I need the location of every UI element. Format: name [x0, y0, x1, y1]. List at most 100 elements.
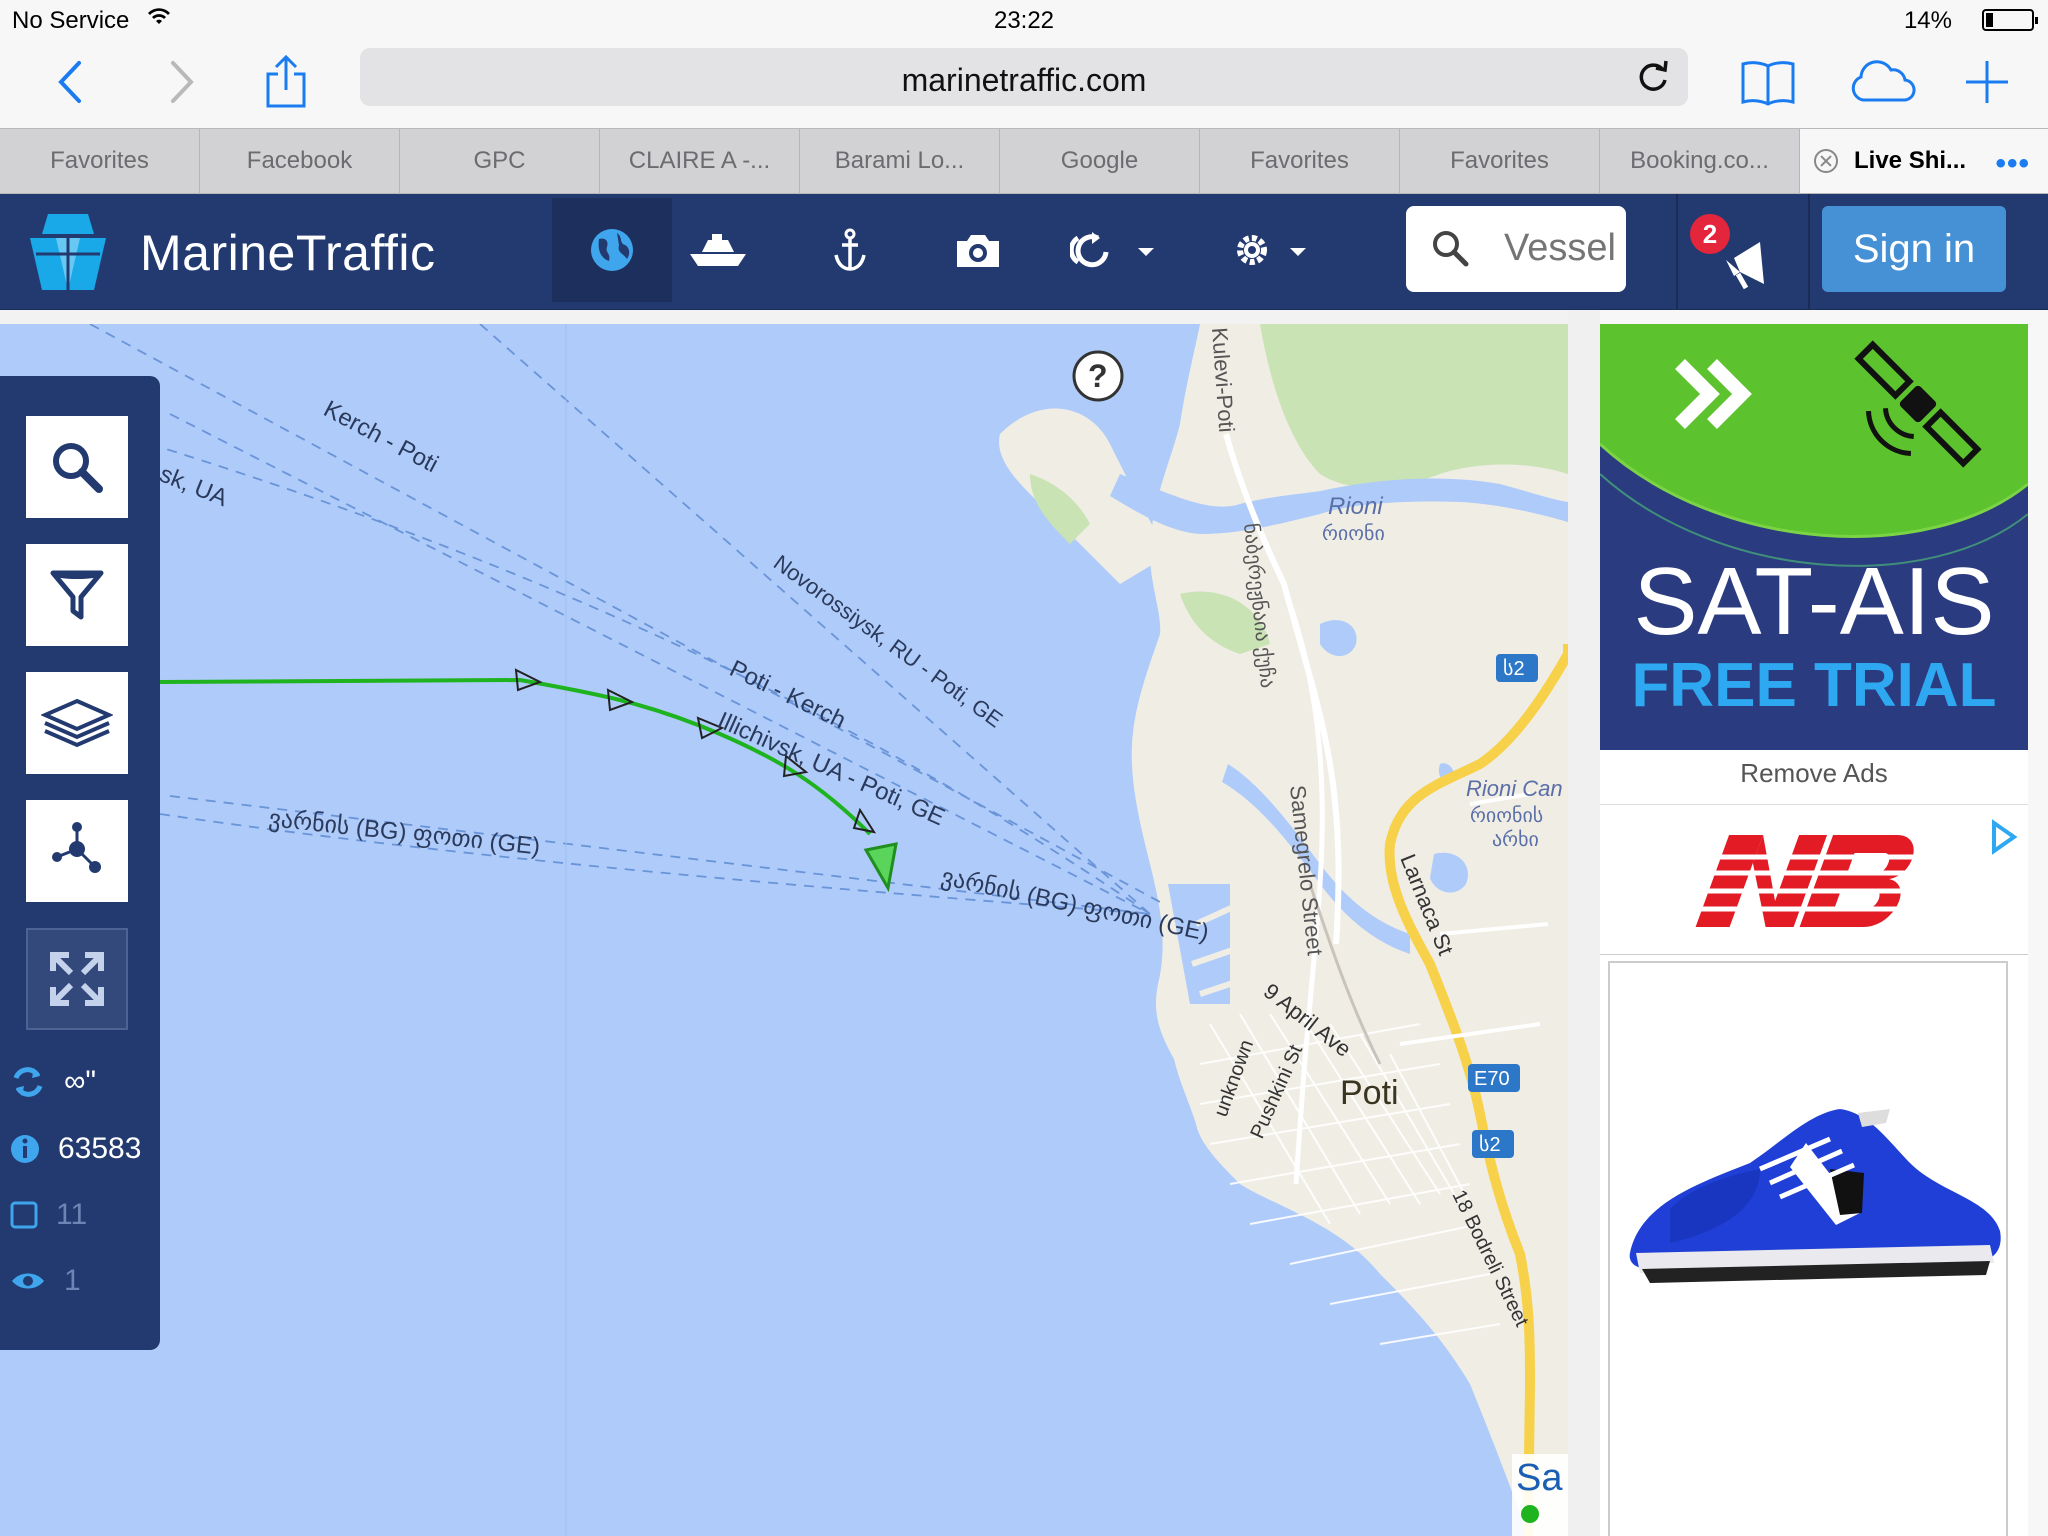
- anchor-icon: [834, 228, 866, 271]
- street-label: რიონი: [1322, 523, 1385, 545]
- street-label: Rioni: [1328, 493, 1383, 520]
- nav-divider: [1808, 194, 1810, 310]
- refresh-interval: ∞": [64, 1065, 97, 1098]
- book-icon: [1741, 61, 1795, 106]
- tab-facebook[interactable]: Facebook: [200, 129, 400, 193]
- globe-icon: [591, 229, 633, 271]
- address-bar[interactable]: marinetraffic.com: [360, 48, 1688, 106]
- share-icon: [266, 54, 306, 108]
- help-label: ?: [1088, 358, 1108, 394]
- nav-vessels[interactable]: [658, 198, 778, 302]
- selected-count-value: 11: [56, 1198, 88, 1231]
- forward-button[interactable]: [160, 50, 204, 114]
- refresh-status[interactable]: ∞": [10, 1064, 96, 1100]
- live-map[interactable]: Kerch - Poti sk, UA Novorossiysk, RU - P…: [0, 310, 1568, 1536]
- map-canvas[interactable]: Kerch - Poti sk, UA Novorossiysk, RU - P…: [0, 324, 1568, 1536]
- new-tab-button[interactable]: [1962, 50, 2012, 114]
- tab-booking[interactable]: Booking.co...: [1600, 129, 1800, 193]
- satellite-shield-icon: [1521, 1505, 1539, 1523]
- layers-button[interactable]: [26, 672, 128, 774]
- nav-settings-dropdown[interactable]: [1218, 198, 1338, 302]
- visible-count[interactable]: 1: [10, 1264, 81, 1298]
- refresh-icon: [13, 1067, 43, 1097]
- tab-claire[interactable]: CLAIRE A -...: [600, 129, 800, 193]
- remove-ads-link[interactable]: Remove Ads: [1600, 758, 2028, 789]
- selected-count[interactable]: 11: [10, 1198, 87, 1232]
- tab-favorites-3[interactable]: Favorites: [1400, 129, 1600, 193]
- layers-icon: [41, 698, 113, 748]
- icloud-tabs-button[interactable]: [1846, 50, 1918, 114]
- nav-activity-dropdown[interactable]: [1060, 198, 1180, 302]
- tab-google[interactable]: Google: [1000, 129, 1200, 193]
- filter-button[interactable]: [26, 544, 128, 646]
- eye-icon: [12, 1273, 44, 1289]
- road-shield-label: E70: [1474, 1068, 1510, 1090]
- adchoices-icon: [1992, 819, 2018, 855]
- nav-live-map[interactable]: [552, 198, 672, 302]
- fullscreen-button[interactable]: [26, 928, 128, 1030]
- city-label: Poti: [1340, 1074, 1399, 1112]
- chevron-left-icon: [58, 61, 81, 103]
- search-icon: [1430, 228, 1470, 273]
- notification-badge: 2: [1690, 214, 1730, 254]
- status-bar: No Service 23:22 14%: [0, 0, 2048, 40]
- reload-icon[interactable]: [1636, 58, 1670, 99]
- filter-icon: [50, 570, 104, 620]
- ad-column: SAT-AIS FREE TRIAL Remove Ads: [1600, 324, 2028, 1536]
- fullscreen-icon: [50, 952, 104, 1006]
- network-icon: [52, 822, 101, 873]
- tab-barami[interactable]: Barami Lo...: [800, 129, 1000, 193]
- clock: 23:22: [993, 7, 1055, 34]
- tab-gpc[interactable]: GPC: [400, 129, 600, 193]
- url-text: marinetraffic.com: [901, 62, 1147, 98]
- street-label: რიონის: [1470, 805, 1543, 827]
- chevron-right-icon: [171, 61, 194, 103]
- share-button[interactable]: [260, 50, 312, 114]
- cloud-icon: [1851, 60, 1916, 102]
- visible-count-value: 1: [64, 1264, 81, 1297]
- site-navbar: MarineTraffic 2 Sign: [0, 194, 2048, 310]
- marinetraffic-logo-icon[interactable]: [18, 204, 118, 305]
- tab-live-ships-label: Live Shi...: [1854, 147, 1967, 174]
- plus-icon: [1966, 61, 2008, 103]
- search-icon: [53, 443, 103, 493]
- satellite-toggle-label: Sa: [1516, 1457, 1563, 1499]
- vessel-search-box[interactable]: [1406, 206, 1626, 292]
- battery-percent: 14%: [1903, 7, 1952, 34]
- sat-ais-title: SAT-AIS: [1634, 548, 1995, 655]
- nav-divider: [1676, 194, 1678, 310]
- back-button[interactable]: [48, 50, 92, 114]
- street-label: არხი: [1492, 829, 1539, 851]
- tab-bar: Favorites Facebook GPC CLAIRE A -... Bar…: [0, 128, 2048, 194]
- close-tab-icon[interactable]: [1814, 149, 1838, 173]
- ad-gutter: [1568, 310, 1600, 1536]
- nav-ports[interactable]: [790, 198, 910, 302]
- sat-ais-subtitle: FREE TRIAL: [1631, 651, 1996, 720]
- sneaker-product-image[interactable]: [1608, 961, 2008, 1536]
- road-shield-label: ს2: [1503, 658, 1525, 680]
- new-balance-ad[interactable]: [1600, 804, 2028, 1536]
- ship-icon: [690, 234, 746, 266]
- street-label: Rioni Can: [1466, 776, 1563, 801]
- bookmarks-button[interactable]: [1740, 50, 1796, 114]
- info-icon: [11, 1135, 39, 1163]
- camera-icon: [957, 235, 999, 267]
- vessel-count: 63583: [10, 1132, 141, 1166]
- refresh-dropdown-icon: [1070, 232, 1154, 268]
- more-tabs-icon[interactable]: •••: [1995, 147, 2030, 181]
- tab-favorites-2[interactable]: Favorites: [1200, 129, 1400, 193]
- nav-photos[interactable]: [918, 198, 1038, 302]
- battery-icon: [1982, 9, 2038, 31]
- tab-favorites-1[interactable]: Favorites: [0, 129, 200, 193]
- new-balance-logo[interactable]: [1600, 805, 2028, 955]
- measure-button[interactable]: [26, 800, 128, 902]
- search-map-button[interactable]: [26, 416, 128, 518]
- sign-in-button[interactable]: Sign in: [1822, 206, 2006, 292]
- sat-ais-ad[interactable]: SAT-AIS FREE TRIAL: [1600, 324, 2028, 750]
- vessel-search-input[interactable]: [1504, 226, 1614, 270]
- browser-toolbar: marinetraffic.com: [0, 40, 2048, 128]
- site-logo[interactable]: MarineTraffic: [140, 224, 435, 282]
- road-shield-label: ს2: [1479, 1134, 1501, 1156]
- gear-dropdown-icon: [1237, 235, 1306, 265]
- vessel-count-value: 63583: [58, 1132, 142, 1165]
